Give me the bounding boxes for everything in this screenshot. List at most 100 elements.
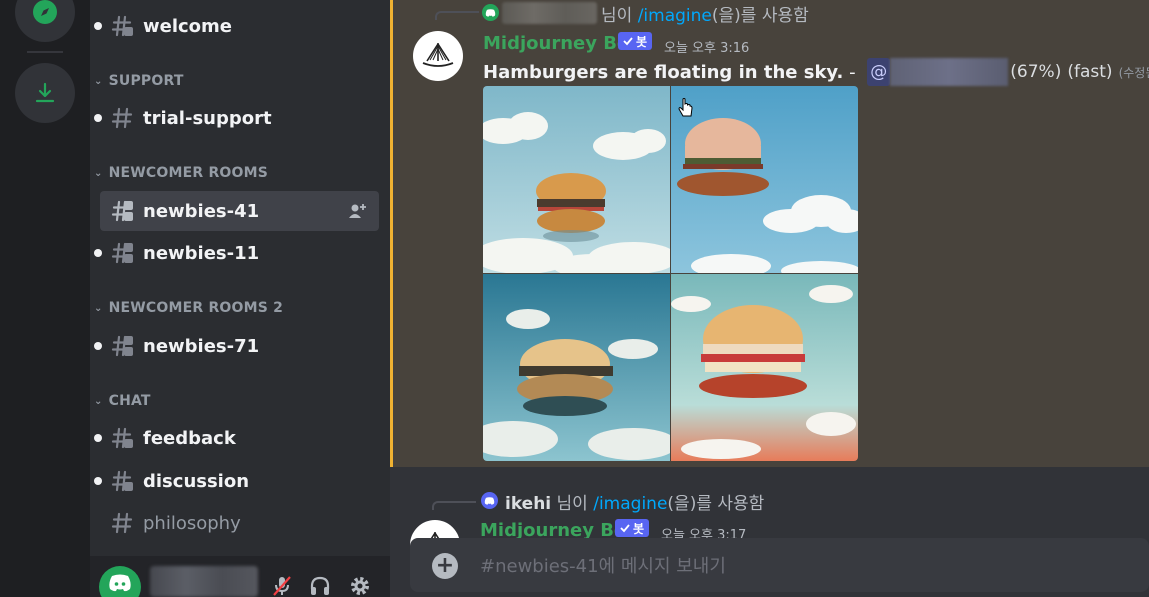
server-rail xyxy=(0,0,90,597)
channel-newbies-11[interactable]: newbies-11 xyxy=(94,233,379,273)
reply-suffix: 님이 xyxy=(556,494,588,514)
download-icon xyxy=(35,82,55,103)
category-label: NEWCOMER ROOMS 2 xyxy=(108,300,284,316)
mic-muted-icon[interactable] xyxy=(270,574,294,597)
bot-avatar[interactable] xyxy=(413,31,463,81)
reply-avatar[interactable] xyxy=(482,4,499,21)
channel-philosophy[interactable]: philosophy xyxy=(100,503,379,543)
reply-tail: (을)를 사용함 xyxy=(667,494,765,514)
image-tile-3[interactable] xyxy=(483,274,670,461)
unread-indicator xyxy=(94,342,102,350)
channel-sidebar: welcome ⌄ SUPPORT trial-support ⌄ NEWCOM… xyxy=(90,0,390,597)
bot-tag-label: 봇 xyxy=(636,34,648,49)
hash-thread-icon xyxy=(111,470,133,492)
discord-logo-icon xyxy=(109,574,131,592)
channel-label: philosophy xyxy=(143,512,241,534)
user-mention[interactable]: @ xyxy=(867,58,891,86)
category-support[interactable]: ⌄ SUPPORT xyxy=(94,73,184,89)
channel-label: discussion xyxy=(143,470,250,492)
mention-at: @ xyxy=(870,62,888,82)
chevron-down-icon: ⌄ xyxy=(94,75,103,87)
checkmark-icon xyxy=(623,37,633,46)
channel-label: feedback xyxy=(143,427,236,449)
highlighted-message: 님이 /imagine(을)를 사용함 Midjourney Bot 봇 오늘 … xyxy=(390,0,1149,467)
explore-servers-button[interactable] xyxy=(15,0,75,42)
mention-redacted xyxy=(890,58,1009,86)
discord-logo-icon xyxy=(484,496,495,505)
message-composer[interactable]: + #newbies-41에 메시지 보내기 xyxy=(410,538,1149,592)
reply-suffix: 님이 xyxy=(601,6,633,26)
reply-preview[interactable]: 님이 /imagine(을)를 사용함 xyxy=(601,1,809,26)
checkmark-icon xyxy=(620,524,630,533)
channel-label: newbies-41 xyxy=(143,200,260,222)
mode-text: (fast) xyxy=(1067,62,1113,82)
channel-newbies-71[interactable]: newbies-71 xyxy=(94,326,379,366)
unread-indicator xyxy=(94,249,102,257)
chevron-down-icon: ⌄ xyxy=(94,167,103,179)
unread-indicator xyxy=(94,434,102,442)
image-tile-1[interactable] xyxy=(483,86,670,273)
hash-thread-icon xyxy=(111,200,133,222)
image-attachment[interactable] xyxy=(483,86,858,461)
message-author[interactable]: Midjourney Bot xyxy=(483,33,638,54)
image-tile-4[interactable] xyxy=(671,274,858,461)
bot-tag-label: 봇 xyxy=(633,521,645,536)
gear-icon[interactable] xyxy=(348,574,372,597)
unread-indicator xyxy=(94,114,102,122)
hash-icon xyxy=(111,512,133,534)
category-newcomer-rooms[interactable]: ⌄ NEWCOMER ROOMS xyxy=(94,165,268,181)
bot-tag: 봇 xyxy=(615,519,650,537)
channel-discussion[interactable]: discussion xyxy=(94,461,379,501)
headphones-icon[interactable] xyxy=(308,574,332,597)
reply-tail: (을)를 사용함 xyxy=(711,6,809,26)
edited-label: (수정됨) xyxy=(1118,65,1149,80)
channel-label: newbies-71 xyxy=(143,335,260,357)
discord-logo-icon xyxy=(485,8,496,17)
reply-username[interactable]: ikehi xyxy=(505,494,551,514)
hash-thread-icon xyxy=(111,242,133,264)
category-newcomer-rooms-2[interactable]: ⌄ NEWCOMER ROOMS 2 xyxy=(94,300,283,316)
progress-text: (67%) xyxy=(1010,62,1062,82)
reply-avatar[interactable] xyxy=(481,492,498,509)
reply-username-redacted xyxy=(502,2,597,24)
channel-label: welcome xyxy=(143,15,233,37)
unread-indicator xyxy=(94,22,102,30)
avatar[interactable] xyxy=(99,566,141,597)
channel-label: newbies-11 xyxy=(143,242,260,264)
chat-area: 님이 /imagine(을)를 사용함 Midjourney Bot 봇 오늘 … xyxy=(390,0,1149,597)
message-content: Hamburgers are floating in the sky. - @ … xyxy=(483,58,1149,86)
bot-tag: 봇 xyxy=(618,32,653,50)
user-panel xyxy=(90,556,390,597)
channel-label: trial-support xyxy=(143,107,272,129)
channel-feedback[interactable]: feedback xyxy=(94,418,379,458)
download-apps-button[interactable] xyxy=(15,63,75,123)
category-chat[interactable]: ⌄ CHAT xyxy=(94,393,151,409)
chevron-down-icon: ⌄ xyxy=(94,302,103,314)
compass-icon xyxy=(33,0,57,24)
category-label: NEWCOMER ROOMS xyxy=(108,165,269,181)
image-tile-2[interactable] xyxy=(671,86,858,273)
add-member-icon[interactable] xyxy=(347,201,367,221)
reply-command[interactable]: /imagine xyxy=(638,6,712,26)
channel-newbies-41[interactable]: newbies-41 xyxy=(100,191,379,231)
channel-trial-support[interactable]: trial-support xyxy=(94,98,379,138)
reply-connector xyxy=(435,11,479,20)
unread-indicator xyxy=(94,477,102,485)
category-label: SUPPORT xyxy=(108,73,184,89)
hash-thread-icon xyxy=(111,335,133,357)
plus-icon[interactable]: + xyxy=(432,553,458,579)
chevron-down-icon: ⌄ xyxy=(94,395,103,407)
hash-icon xyxy=(111,107,133,129)
reply-command[interactable]: /imagine xyxy=(593,494,667,514)
pointer-cursor-icon xyxy=(678,98,693,117)
username-redacted xyxy=(150,566,258,597)
reply-connector xyxy=(432,501,476,510)
reply-preview[interactable]: ikehi 님이 /imagine(을)를 사용함 xyxy=(505,489,764,514)
prompt-text: Hamburgers are floating in the sky. xyxy=(483,61,844,83)
channel-welcome[interactable]: welcome xyxy=(94,6,379,46)
category-label: CHAT xyxy=(108,393,151,409)
prompt-dash: - xyxy=(843,61,862,83)
message-input[interactable]: #newbies-41에 메시지 보내기 xyxy=(480,552,726,578)
hash-thread-icon xyxy=(111,15,133,37)
sailboat-icon xyxy=(422,43,454,67)
